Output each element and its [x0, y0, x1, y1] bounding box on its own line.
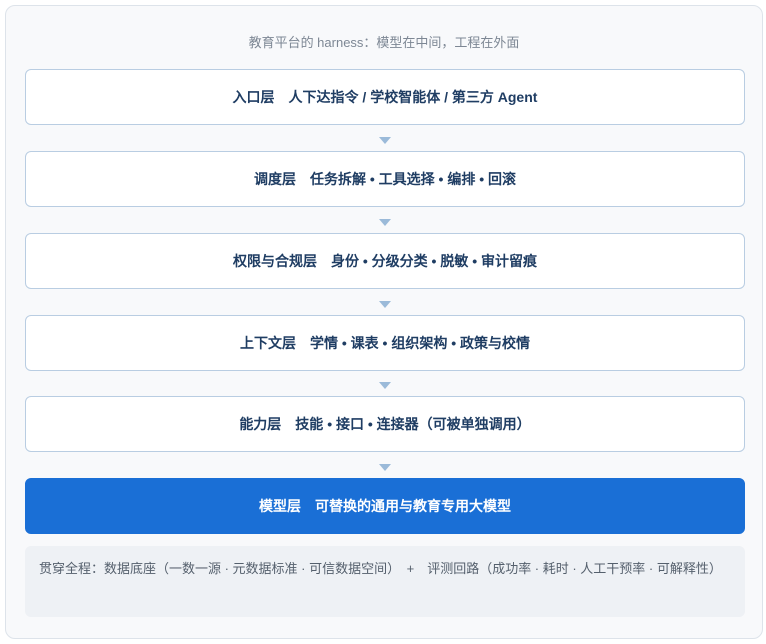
layer-context: 上下文层 学情 • 课表 • 组织架构 • 政策与校情 — [25, 315, 745, 371]
down-arrow-icon — [379, 219, 391, 226]
layer-capability: 能力层 技能 • 接口 • 连接器（可被单独调用） — [25, 396, 745, 452]
layer-entry: 入口层 人下达指令 / 学校智能体 / 第三方 Agent — [25, 69, 745, 125]
harness-diagram-panel: 教育平台的 harness：模型在中间，工程在外面 入口层 人下达指令 / 学校… — [5, 5, 763, 639]
cross-cutting-footer: 贯穿全程：数据底座（一数一源 · 元数据标准 · 可信数据空间） + 评测回路（… — [25, 546, 745, 617]
layer-scheduling: 调度层 任务拆解 • 工具选择 • 编排 • 回滚 — [25, 151, 745, 207]
down-arrow-icon — [379, 137, 391, 144]
layer-permission-compliance: 权限与合规层 身份 • 分级分类 • 脱敏 • 审计留痕 — [25, 233, 745, 289]
down-arrow-icon — [379, 301, 391, 308]
down-arrow-icon — [379, 464, 391, 471]
diagram-caption: 教育平台的 harness：模型在中间，工程在外面 — [248, 35, 520, 50]
down-arrow-icon — [379, 382, 391, 389]
layer-model: 模型层 可替换的通用与教育专用大模型 — [25, 478, 745, 534]
